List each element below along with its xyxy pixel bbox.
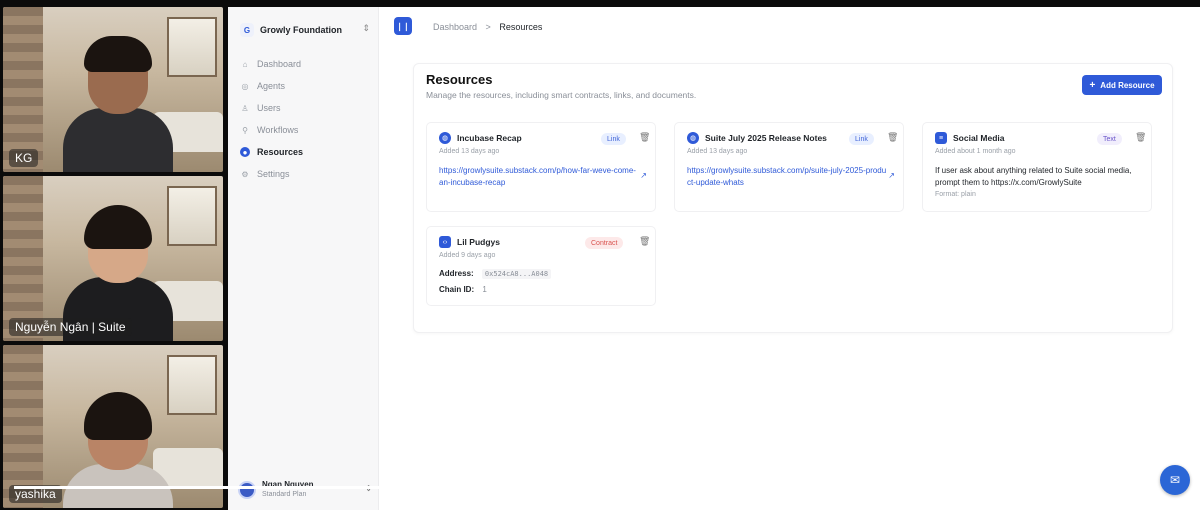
page-title: Resources — [426, 72, 493, 87]
chain-id: 1 — [482, 285, 487, 294]
sidebar-item-workflows[interactable]: ⚲ Workflows — [238, 119, 370, 141]
sidebar-item-resources[interactable]: ● Resources — [238, 141, 370, 163]
type-badge: Link — [849, 133, 874, 145]
stone-wall — [3, 176, 43, 341]
resource-link[interactable]: https://growlysuite.substack.com/p/how-f… — [439, 165, 639, 189]
participant-video — [63, 392, 173, 508]
resource-added: Added 13 days ago — [687, 148, 748, 155]
chat-icon[interactable]: ✉ — [1160, 465, 1190, 495]
sidebar-item-label: Settings — [257, 169, 290, 179]
window — [167, 17, 217, 77]
breadcrumb-current: Resources — [499, 22, 543, 32]
resource-text: If user ask about anything related to Su… — [935, 166, 1132, 187]
user-info: Ngan Nguyen Standard Plan — [262, 480, 314, 500]
sidebar-nav: ⌂ Dashboard ◎ Agents ♙ Users ⚲ Workflows… — [238, 53, 370, 185]
type-badge: Text — [1097, 133, 1122, 145]
stone-wall — [3, 345, 43, 508]
user-plan: Standard Plan — [262, 491, 307, 498]
resources-panel: Resources Manage the resources, includin… — [413, 63, 1173, 333]
stone-wall — [3, 7, 43, 172]
home-icon: ⌂ — [242, 59, 248, 69]
resource-title: Suite July 2025 Release Notes — [705, 133, 827, 143]
main-content: ❘❘ Dashboard > Resources Resources Manag… — [379, 7, 1200, 510]
type-badge: Contract — [585, 237, 624, 249]
chain-id-row: Chain ID: 1 — [439, 285, 487, 294]
window — [167, 355, 217, 415]
screen: KG Nguyễn Ngân | Suite yashika G Growly … — [0, 0, 1200, 510]
contract-address: 0x524cA8...A048 — [481, 269, 552, 279]
trash-icon[interactable]: 🗑 — [1135, 132, 1146, 143]
window — [167, 186, 217, 246]
sidebar: G Growly Foundation ⇕ ⌂ Dashboard ◎ Agen… — [228, 7, 379, 510]
video-tile-kg[interactable]: KG — [3, 7, 223, 172]
user-menu[interactable]: Ngan Nguyen Standard Plan ⇕ — [238, 477, 372, 503]
code-icon: ‹› — [439, 236, 451, 248]
external-link-icon[interactable]: ↗ — [888, 171, 895, 180]
hair — [84, 392, 152, 440]
breadcrumb-dashboard[interactable]: Dashboard — [433, 22, 477, 32]
resource-title: Lil Pudgys — [457, 237, 500, 247]
video-tile-ngan[interactable]: Nguyễn Ngân | Suite — [3, 176, 223, 341]
sidebar-toggle-button[interactable]: ❘❘ — [394, 17, 412, 35]
resources-icon: ● — [240, 147, 250, 157]
participant-video — [63, 36, 173, 172]
resource-added: Added 13 days ago — [439, 148, 500, 155]
resource-card[interactable]: ‹› Lil Pudgys Contract 🗑 Added 9 days ag… — [426, 226, 656, 306]
sidebar-item-label: Workflows — [257, 125, 299, 135]
gear-icon: ⚙ — [241, 169, 249, 179]
address-label: Address: — [439, 269, 474, 278]
trash-icon[interactable]: 🗑 — [639, 236, 650, 247]
sidebar-item-users[interactable]: ♙ Users — [238, 97, 370, 119]
breadcrumb-separator: > — [485, 22, 491, 32]
breadcrumb: Dashboard > Resources — [433, 22, 542, 32]
sidebar-item-label: Users — [257, 103, 281, 113]
type-badge: Link — [601, 133, 626, 145]
resource-format: Format: plain — [935, 191, 976, 198]
contract-address-row: Address: 0x524cA8...A048 — [439, 269, 552, 279]
globe-icon: ◍ — [439, 132, 451, 144]
resource-card[interactable]: ◍ Suite July 2025 Release Notes Link 🗑 A… — [674, 122, 904, 212]
sidebar-item-label: Agents — [257, 81, 286, 91]
user-icon: ♙ — [241, 103, 249, 113]
agents-icon: ◎ — [241, 81, 249, 91]
globe-icon: ◍ — [687, 132, 699, 144]
chevron-updown-icon: ⇕ — [362, 23, 370, 33]
hair — [84, 36, 152, 72]
trash-icon[interactable]: 🗑 — [887, 132, 898, 143]
org-logo: G — [240, 23, 254, 37]
resource-title: Incubase Recap — [457, 133, 522, 143]
participant-name: Nguyễn Ngân | Suite — [9, 318, 132, 336]
sidebar-item-label: Resources — [257, 147, 304, 157]
body — [63, 108, 173, 172]
org-switcher[interactable]: G Growly Foundation ⇕ — [240, 21, 370, 39]
plus-icon: + — [1089, 79, 1096, 91]
resource-title: Social Media — [953, 133, 1005, 143]
hair — [84, 205, 152, 249]
resource-card[interactable]: ◍ Incubase Recap Link 🗑 Added 13 days ag… — [426, 122, 656, 212]
resource-link[interactable]: https://growlysuite.substack.com/p/suite… — [687, 165, 887, 189]
add-resource-button[interactable]: + Add Resource — [1082, 75, 1162, 95]
video-progress-fill — [14, 486, 1037, 489]
video-progress-bar[interactable] — [14, 486, 1114, 489]
avatar — [238, 481, 256, 499]
trash-icon[interactable]: 🗑 — [639, 132, 650, 143]
video-tile-yashika[interactable]: yashika — [3, 345, 223, 508]
chain-label: Chain ID: — [439, 285, 475, 294]
external-link-icon[interactable]: ↗ — [640, 171, 647, 180]
org-name: Growly Foundation — [260, 25, 342, 35]
resource-added: Added about 1 month ago — [935, 148, 1016, 155]
app-window: G Growly Foundation ⇕ ⌂ Dashboard ◎ Agen… — [228, 7, 1200, 510]
sidebar-item-dashboard[interactable]: ⌂ Dashboard — [238, 53, 370, 75]
resource-added: Added 9 days ago — [439, 252, 496, 259]
top-bar — [0, 0, 1200, 7]
document-icon: ≡ — [935, 132, 947, 144]
page-subtitle: Manage the resources, including smart co… — [426, 90, 697, 100]
sidebar-item-agents[interactable]: ◎ Agents — [238, 75, 370, 97]
sidebar-item-label: Dashboard — [257, 59, 302, 69]
sidebar-item-settings[interactable]: ⚙ Settings — [238, 163, 370, 185]
participant-name: KG — [9, 149, 39, 167]
resource-card[interactable]: ≡ Social Media Text 🗑 Added about 1 mont… — [922, 122, 1152, 212]
add-resource-label: Add Resource — [1100, 80, 1155, 90]
workflow-icon: ⚲ — [242, 125, 248, 135]
